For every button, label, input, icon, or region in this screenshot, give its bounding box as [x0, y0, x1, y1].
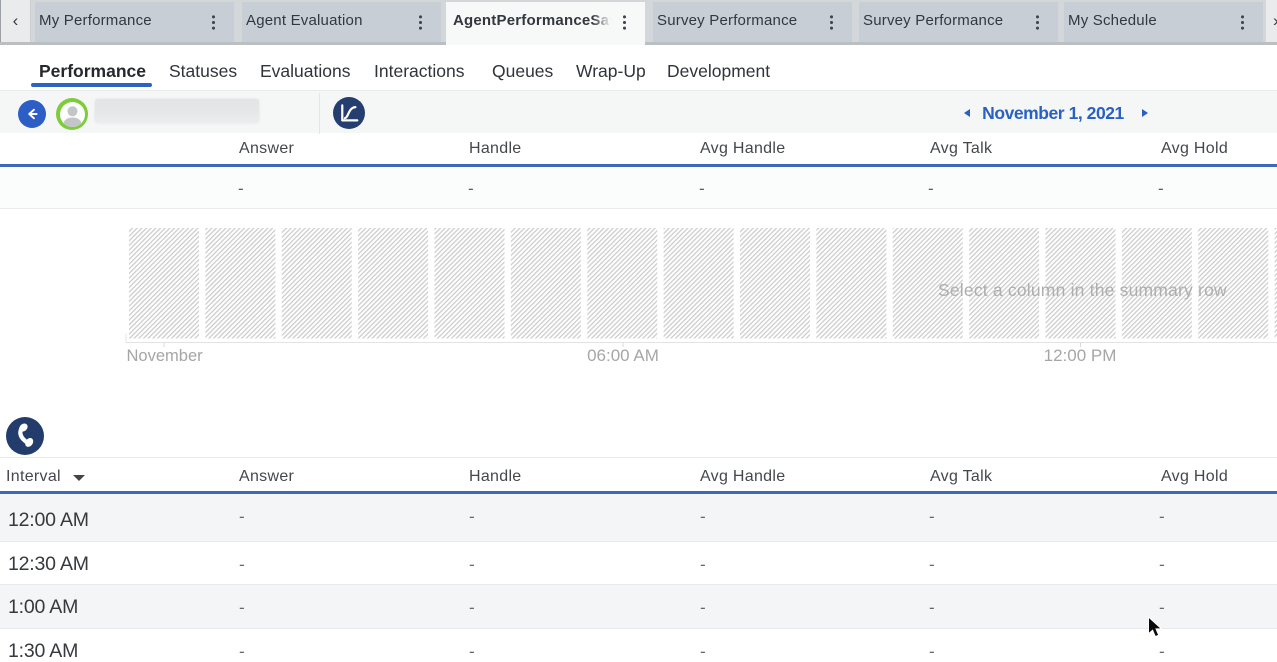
- svg-text:06:00 AM: 06:00 AM: [587, 346, 659, 365]
- svg-text:12:00 PM: 12:00 PM: [1044, 346, 1117, 365]
- svg-text:November: November: [127, 347, 204, 365]
